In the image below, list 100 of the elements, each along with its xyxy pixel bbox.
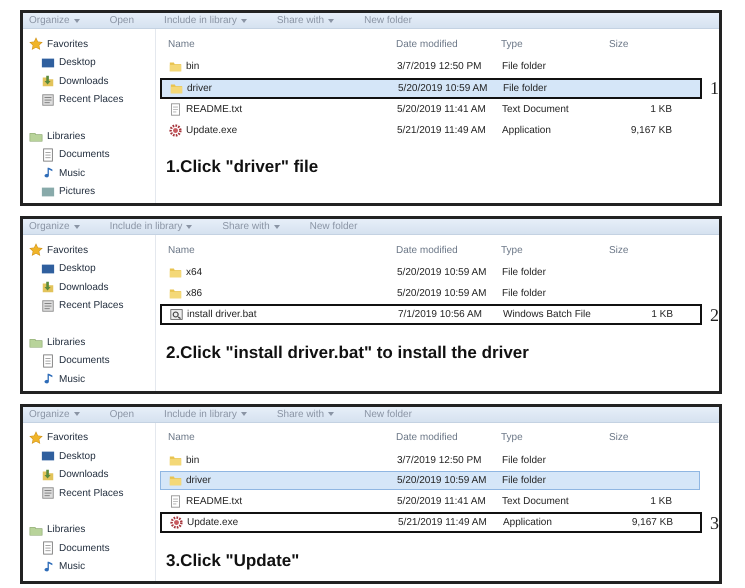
desktop-icon xyxy=(41,449,55,464)
file-type: File folder xyxy=(502,61,547,72)
recent-places-icon xyxy=(41,92,55,107)
file-name: bin xyxy=(186,454,200,466)
star-icon xyxy=(29,243,43,258)
column-header[interactable]: Date modified xyxy=(396,432,501,443)
date-modified: 5/21/2019 11:49 AM xyxy=(397,124,487,136)
sidebar-item[interactable]: Desktop xyxy=(29,260,155,278)
folder-icon xyxy=(41,280,55,294)
file-row[interactable]: driver 5/20/2019 10:59 AM File folder xyxy=(160,78,702,98)
file-size: 1 KB xyxy=(649,104,672,115)
file-row[interactable]: x64 5/20/2019 10:59 AM File folder xyxy=(160,263,700,282)
sidebar-item[interactable]: Favorites xyxy=(29,241,155,260)
sidebar-item[interactable]: Documents xyxy=(29,352,155,370)
file-type: Windows Batch File xyxy=(503,309,592,320)
sidebar-item[interactable]: Music xyxy=(29,558,155,576)
file-row[interactable]: Update.exe 5/21/2019 11:49 AM Application 9,167 KB xyxy=(160,120,700,140)
sidebar-item[interactable]: Documents xyxy=(29,146,155,164)
sidebar-item[interactable]: Desktop xyxy=(29,447,155,466)
sidebar-item[interactable]: Recent Places xyxy=(29,90,155,109)
sidebar-item[interactable]: Favorites xyxy=(29,35,155,54)
column-header[interactable]: Name xyxy=(168,244,396,256)
folder-icon xyxy=(169,60,182,73)
date-modified: 3/7/2019 12:50 PM xyxy=(397,61,483,72)
step-number: 3 xyxy=(710,512,719,534)
column-header[interactable]: Size xyxy=(601,38,679,50)
file-row[interactable]: Update.exe 5/21/2019 11:49 AM Application 9,167 KB xyxy=(160,512,702,533)
column-header[interactable]: Type xyxy=(501,432,601,443)
column-header[interactable]: Type xyxy=(501,38,601,50)
file-name: README.txt xyxy=(186,104,242,115)
sidebar-item[interactable]: Recent Places xyxy=(29,484,155,502)
instruction-text: 2.Click "install driver.bat" to install the driver xyxy=(166,342,530,362)
file-name: Update.exe xyxy=(187,517,238,528)
date-modified: 5/20/2019 11:41 AM xyxy=(397,104,487,115)
file-row[interactable]: x86 5/20/2019 10:59 AM File folder xyxy=(160,284,700,302)
date-modified: 5/21/2019 11:49 AM xyxy=(398,517,488,528)
sidebar-item[interactable]: Music xyxy=(29,164,155,182)
sidebar-item[interactable]: Recent Places xyxy=(29,296,155,315)
file-row[interactable]: README.txt 5/20/2019 11:41 AM Text Document 1 KB xyxy=(160,492,700,510)
file-row[interactable]: bin 3/7/2019 12:50 PM File folder xyxy=(160,57,700,76)
sidebar-item[interactable]: Libraries xyxy=(29,127,155,146)
sidebar-item[interactable]: Downloads xyxy=(29,278,155,296)
sidebar-item[interactable]: Downloads xyxy=(29,72,155,90)
column-header[interactable]: Size xyxy=(601,244,679,256)
document-icon xyxy=(41,354,55,368)
document-icon xyxy=(41,541,55,556)
desktop-icon xyxy=(41,262,55,276)
column-header[interactable]: Name xyxy=(168,38,396,50)
file-size: 9,167 KB xyxy=(630,517,673,528)
date-modified: 3/7/2019 12:50 PM xyxy=(397,454,483,466)
file-size: 9,167 KB xyxy=(630,124,672,136)
folder-icon xyxy=(170,82,183,94)
file-row[interactable]: bin 3/7/2019 12:50 PM File folder xyxy=(160,450,700,470)
file-type: Text Document xyxy=(502,104,570,115)
sidebar-item[interactable]: Libraries xyxy=(29,333,155,352)
column-header[interactable]: Name xyxy=(168,432,396,443)
folder-icon xyxy=(41,74,55,88)
column-header[interactable]: Date modified xyxy=(396,38,501,50)
file-name: x64 xyxy=(186,267,202,278)
file-name: driver xyxy=(187,82,212,94)
column-header[interactable]: Type xyxy=(501,244,601,256)
text-file-icon xyxy=(169,103,182,116)
file-name: bin xyxy=(186,61,200,72)
gear-icon xyxy=(170,516,183,529)
file-name: install driver.bat xyxy=(187,309,256,320)
column-header[interactable]: Size xyxy=(601,432,679,443)
sidebar-item[interactable]: Libraries xyxy=(29,520,155,539)
file-size: 1 KB xyxy=(650,309,673,320)
step-number: 1 xyxy=(710,78,719,100)
date-modified: 5/20/2019 10:59 AM xyxy=(397,288,488,298)
date-modified: 5/20/2019 10:59 AM xyxy=(397,267,488,278)
instruction-text: 3.Click "Update" xyxy=(166,550,300,570)
date-modified: 5/20/2019 10:59 AM xyxy=(397,475,488,486)
sidebar-item[interactable]: Favorites xyxy=(29,428,155,447)
file-type: Text Document xyxy=(502,496,570,506)
file-type: File folder xyxy=(502,454,547,466)
sidebar-item[interactable]: Desktop xyxy=(29,54,155,72)
pictures-icon xyxy=(41,184,55,199)
file-row[interactable]: README.txt 5/20/2019 11:41 AM Text Document 1 KB xyxy=(160,100,700,119)
file-row[interactable]: install driver.bat 7/1/2019 10:56 AM Windows Batch File 1 KB xyxy=(160,304,702,325)
folder-icon xyxy=(169,286,182,300)
gear-icon xyxy=(169,124,182,136)
sidebar-item[interactable]: Documents xyxy=(29,539,155,558)
file-type: File folder xyxy=(503,82,548,94)
file-type: File folder xyxy=(502,475,547,486)
file-type: Application xyxy=(502,124,552,136)
column-header[interactable]: Date modified xyxy=(396,244,501,256)
file-name: README.txt xyxy=(186,496,242,506)
date-modified: 5/20/2019 11:41 AM xyxy=(397,496,487,506)
file-row[interactable]: driver 5/20/2019 10:59 AM File folder xyxy=(160,471,700,490)
sidebar-item[interactable]: Downloads xyxy=(29,466,155,484)
folder-icon xyxy=(169,454,182,466)
file-size: 1 KB xyxy=(649,496,672,506)
sidebar-item[interactable]: Pictures xyxy=(29,182,155,201)
sidebar-item[interactable]: Music xyxy=(29,370,155,388)
text-file-icon xyxy=(169,494,182,508)
instruction-text: 1.Click "driver" file xyxy=(166,157,320,177)
star-icon xyxy=(29,430,43,445)
file-type: File folder xyxy=(502,267,547,278)
desktop-icon xyxy=(41,56,55,70)
